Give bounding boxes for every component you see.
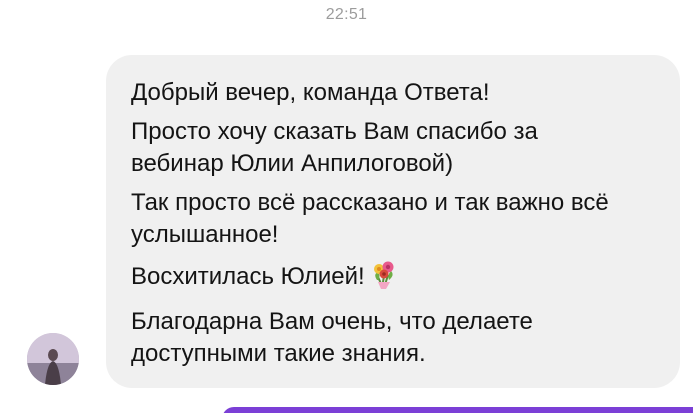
- message-paragraph: Так просто всё рассказано и так важно вс…: [131, 189, 609, 248]
- message-paragraph: Восхитилась Юлией!: [131, 263, 365, 290]
- message-paragraph-with-emoji: Восхитилась Юлией!: [131, 258, 660, 299]
- message-timestamp: 22:51: [325, 6, 368, 23]
- incoming-message-bubble[interactable]: Добрый вечер, команда Ответа! Просто хоч…: [106, 55, 680, 388]
- outgoing-message-bubble-edge: [222, 407, 693, 413]
- message-paragraph: Благодарна Вам очень, что делаете доступ…: [131, 308, 533, 367]
- avatar[interactable]: [27, 333, 79, 385]
- message-paragraph: Добрый вечер, команда Ответа!: [131, 79, 490, 106]
- chat-screen: 22:51 Добрый вечер, команда Ответа! Прос…: [0, 0, 693, 413]
- message-paragraph: Просто хочу сказать Вам спасибо за вебин…: [131, 118, 538, 177]
- flowers-icon: [369, 258, 399, 299]
- avatar-image: [27, 333, 79, 385]
